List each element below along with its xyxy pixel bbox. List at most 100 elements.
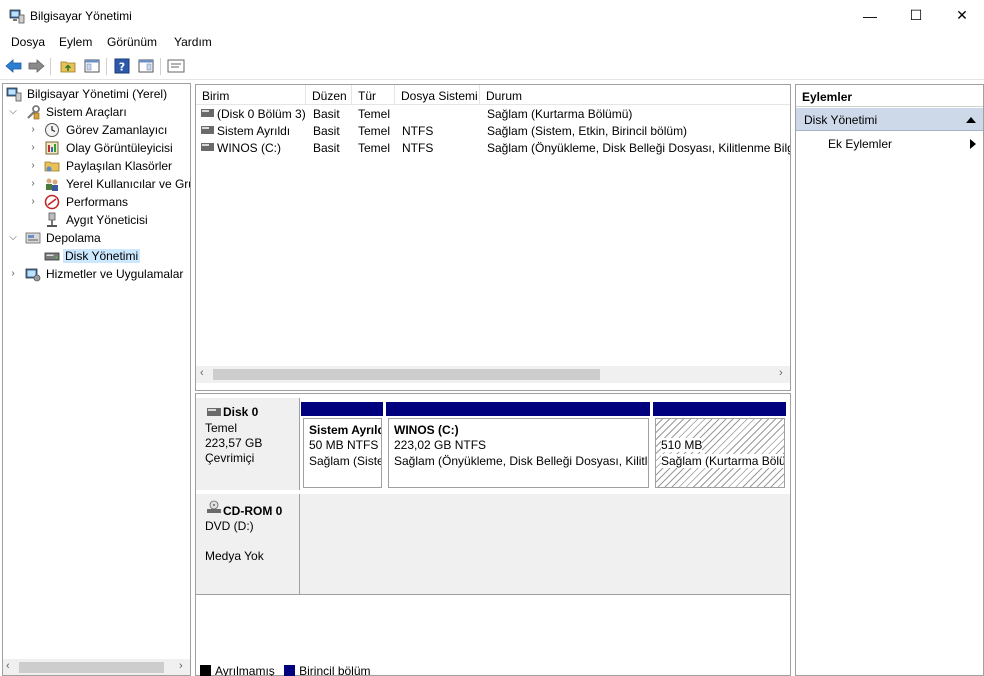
tree-item-label: Sistem Araçları [46,105,127,119]
volume-status: Sağlam (Sistem, Etkin, Birincil bölüm) [487,124,688,138]
actions-section-disk-management[interactable]: Disk Yönetimi [796,108,983,131]
table-row[interactable]: WINOS (C:) Basit Temel NTFS Sağlam (Önyü… [196,139,790,156]
scroll-right-icon[interactable]: › [179,660,183,672]
device-manager-icon [47,212,57,227]
column-header-status[interactable]: Durum [480,85,790,105]
forward-button[interactable] [26,57,46,75]
volume-status: Sağlam (Kurtarma Bölümü) [487,107,633,121]
maximize-button[interactable]: ☐ [893,0,939,31]
column-header-volume[interactable]: Birim [196,85,306,105]
scroll-right-icon[interactable]: › [779,367,783,379]
computer-management-icon [6,87,22,102]
tree-item-event-viewer[interactable]: › Olay Görüntüleyicisi [3,139,190,157]
partition-name: WINOS (C:) [394,423,459,437]
tree-item-services-applications[interactable]: › Hizmetler ve Uygulamalar [3,265,190,283]
column-header-file-system[interactable]: Dosya Sistemi [395,85,480,105]
table-row[interactable]: Sistem Ayrıldı Basit Temel NTFS Sağlam (… [196,122,790,139]
tree-item-computer-management-local[interactable]: Bilgisayar Yönetimi (Yerel) [3,85,190,103]
partition-recovery[interactable]: 510 MB Sağlam (Kurtarma Bölü [655,418,785,488]
console-tree: Bilgisayar Yönetimi (Yerel) ⌵ Sistem Ara… [2,83,191,676]
back-button[interactable] [4,57,24,75]
toolbar-separator [160,58,161,75]
disk-size: 223,57 GB [205,436,263,450]
menu-action[interactable]: Eylem [59,35,92,49]
toolbar-separator [106,58,107,75]
chevron-right-icon[interactable]: › [8,267,18,281]
tree-item-local-users-groups[interactable]: › Yerel Kullanıcılar ve Gru [3,175,190,193]
minimize-button[interactable]: — [847,0,893,31]
tree-item-label: Yerel Kullanıcılar ve Gru [66,177,191,191]
cdrom-0-label[interactable]: CD-ROM 0 DVD (D:) Medya Yok [196,494,300,594]
actions-title: Eylemler [796,85,983,107]
column-header-type[interactable]: Tür [352,85,395,105]
toolbar-separator [50,58,51,75]
close-icon: ✕ [956,7,968,23]
forward-arrow-icon [28,59,45,73]
menu-bar: Dosya Eylem Görünüm Yardım [0,31,984,53]
disk-drive-icon [44,252,60,261]
users-icon [46,178,58,191]
partition-name: Sistem Ayrıld [309,423,382,437]
services-icon [25,268,41,282]
divider [196,594,790,595]
tree-item-device-manager[interactable]: Aygıt Yöneticisi [3,211,190,229]
legend-item-unallocated: Ayrılmamış [200,664,275,676]
legend-label: Ayrılmamış [215,664,275,676]
show-hide-action-pane-button[interactable] [136,57,156,75]
table-row[interactable]: (Disk 0 Bölüm 3) Basit Temel Sağlam (Kur… [196,105,790,122]
scrollbar-thumb[interactable] [213,369,600,380]
tree-item-label: Bilgisayar Yönetimi (Yerel) [27,87,168,101]
up-folder-button[interactable] [58,57,78,75]
volume-status: Sağlam (Önyükleme, Disk Belleği Dosyası,… [487,141,791,155]
submenu-arrow-icon [970,139,976,149]
chevron-down-icon[interactable]: ⌵ [8,105,18,119]
column-header-layout[interactable]: Düzen [306,85,352,105]
show-hide-tree-button[interactable] [82,57,102,75]
chevron-right-icon[interactable]: › [28,195,38,209]
scrollbar-thumb[interactable] [19,662,164,673]
disk-0-label[interactable]: Disk 0 Temel 223,57 GB Çevrimiçi [196,398,300,490]
chevron-down-icon[interactable]: ⌵ [8,231,18,245]
menu-help[interactable]: Yardım [174,35,212,49]
tree-item-task-scheduler[interactable]: › Görev Zamanlayıcı [3,121,190,139]
tree-item-shared-folders[interactable]: › Paylaşılan Klasörler [3,157,190,175]
list-horizontal-scrollbar[interactable]: ‹ › [196,366,790,383]
chevron-right-icon[interactable]: › [28,177,38,191]
back-arrow-icon [5,59,22,73]
tree-item-label: Depolama [46,231,101,245]
event-viewer-icon [45,141,59,155]
disk-drive-icon [207,408,221,416]
scroll-left-icon[interactable]: ‹ [200,367,204,379]
volume-type: Temel [358,107,391,121]
collapse-triangle-icon[interactable] [966,116,976,123]
tree-item-system-tools[interactable]: ⌵ Sistem Araçları [3,103,190,121]
clock-icon [45,123,59,137]
volume-name: (Disk 0 Bölüm 3) [217,107,306,121]
volume-layout: Basit [313,107,340,121]
volume-icon [201,143,214,151]
tree-item-performance[interactable]: › Performans [3,193,190,211]
cdrom-status: Medya Yok [205,549,264,563]
tree-item-disk-management[interactable]: Disk Yönetimi [3,247,190,265]
disk-map: Disk 0 Temel 223,57 GB Çevrimiçi Sistem … [195,393,791,676]
maximize-icon: ☐ [909,7,923,23]
chevron-right-icon[interactable]: › [28,123,38,137]
scroll-left-icon[interactable]: ‹ [6,660,10,672]
partition-size: 50 MB NTFS [309,438,379,452]
chevron-right-icon[interactable]: › [28,159,38,173]
volume-list: Birim Düzen Tür Dosya Sistemi Durum (Dis… [195,84,791,391]
partition-winos-c[interactable]: WINOS (C:) 223,02 GB NTFS Sağlam (Önyükl… [388,418,649,488]
tree-item-label: Olay Görüntüleyicisi [66,141,173,155]
menu-view[interactable]: Görünüm [107,35,157,49]
partition-system-reserved[interactable]: Sistem Ayrıld 50 MB NTFS Sağlam (Siste [303,418,382,488]
properties-button[interactable] [166,57,186,75]
chevron-right-icon[interactable]: › [28,141,38,155]
more-actions-item[interactable]: Ek Eylemler [796,132,983,154]
shared-folder-icon [44,161,60,172]
tree-horizontal-scrollbar[interactable]: ‹ › [3,659,190,675]
tree-item-storage[interactable]: ⌵ Depolama [3,229,190,247]
menu-file[interactable]: Dosya [11,35,45,49]
close-button[interactable]: ✕ [939,0,984,31]
tree-item-label: Görev Zamanlayıcı [66,123,168,137]
help-button[interactable]: ? [112,57,132,75]
